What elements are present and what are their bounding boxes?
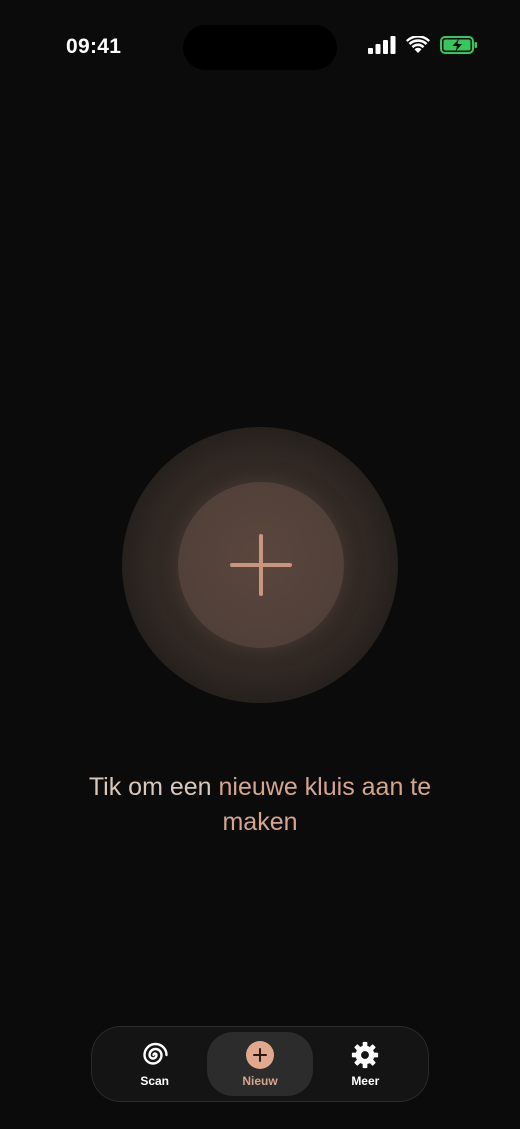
add-circle-icon: [245, 1040, 275, 1070]
hint-accent: nieuwe kluis aan te maken: [218, 773, 432, 836]
hint-prefix: Tik om een: [88, 773, 219, 801]
wifi-icon: [406, 35, 430, 59]
tab-bar: Scan Nieuw Meer: [91, 1026, 429, 1102]
signal-icon: [368, 36, 396, 59]
spiral-icon: [140, 1040, 170, 1070]
status-time: 09:41: [66, 35, 122, 58]
dynamic-island: [183, 25, 337, 70]
create-vault-button[interactable]: [178, 482, 344, 648]
tab-scan[interactable]: Scan: [102, 1032, 207, 1096]
plus-icon: [230, 534, 292, 596]
tab-scan-label: Scan: [140, 1074, 169, 1088]
tab-new[interactable]: Nieuw: [207, 1032, 313, 1096]
create-vault-hint: Tik om een nieuwe kluis aan te maken: [70, 770, 450, 840]
battery-charging-icon: [440, 36, 478, 59]
status-icons: [368, 35, 478, 59]
tab-more[interactable]: Meer: [313, 1032, 418, 1096]
tab-new-label: Nieuw: [242, 1074, 278, 1088]
tab-more-label: Meer: [351, 1074, 380, 1088]
status-bar: 09:41: [0, 0, 520, 95]
gear-icon: [350, 1040, 380, 1070]
